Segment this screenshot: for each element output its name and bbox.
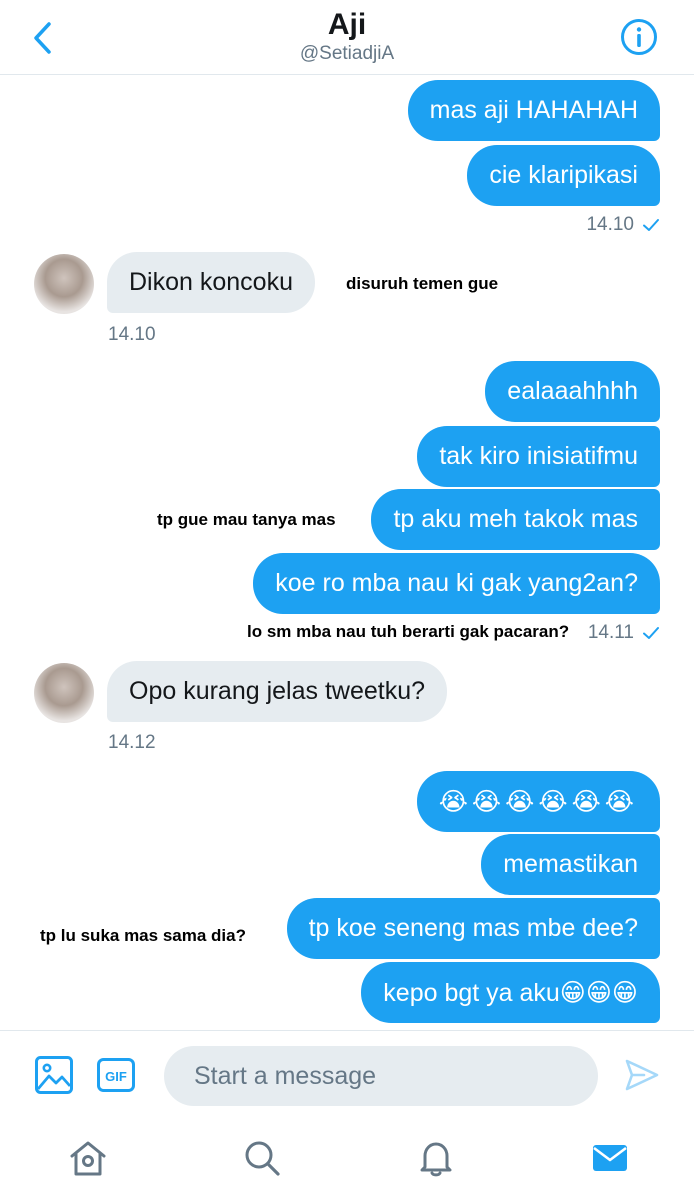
- info-button[interactable]: [620, 18, 658, 56]
- translation-annotation: tp gue mau tanya mas: [157, 510, 336, 529]
- conversation-header: Aji @SetiadjiA: [0, 0, 694, 75]
- checkmark-icon: [643, 219, 659, 231]
- outgoing-message[interactable]: mas aji HAHAHAH: [407, 80, 660, 141]
- outgoing-message[interactable]: memastikan: [481, 834, 660, 895]
- tab-messages[interactable]: [588, 1136, 632, 1180]
- outgoing-message[interactable]: ealaaahhhh: [485, 361, 660, 422]
- translation-annotation: lo sm mba nau tuh berarti gak pacaran?: [247, 622, 570, 641]
- message-timestamp: 14.10: [108, 324, 156, 346]
- tab-notifications[interactable]: [414, 1136, 458, 1180]
- search-icon: [245, 1141, 280, 1176]
- outgoing-message[interactable]: kepo bgt ya aku😁😁😁: [361, 962, 660, 1023]
- add-image-button[interactable]: [34, 1055, 74, 1100]
- message-input[interactable]: [164, 1046, 598, 1106]
- message-composer: GIF: [0, 1030, 694, 1123]
- timestamp-text: 14.11: [587, 622, 634, 643]
- avatar[interactable]: [34, 663, 94, 723]
- timestamp-text: 14.12: [108, 732, 156, 753]
- message-timestamp: 14.12: [108, 732, 156, 754]
- incoming-message[interactable]: Opo kurang jelas tweetku?: [107, 661, 448, 722]
- conversation-handle: @SetiadjiA: [299, 43, 395, 64]
- outgoing-message[interactable]: tak kiro inisiatifmu: [417, 426, 660, 487]
- bell-icon: [420, 1142, 452, 1177]
- tab-search[interactable]: [240, 1136, 284, 1180]
- outgoing-message[interactable]: 😭😭😭😭😭😭: [416, 771, 660, 832]
- avatar[interactable]: [34, 254, 94, 314]
- gif-label: GIF: [105, 1069, 127, 1084]
- translation-annotation: tp lu suka mas sama dia?: [40, 926, 246, 945]
- outgoing-message[interactable]: tp koe seneng mas mbe dee?: [286, 898, 660, 959]
- bottom-tab-bar: [0, 1122, 694, 1200]
- image-icon: [35, 1056, 73, 1094]
- outgoing-message[interactable]: cie klaripikasi: [467, 145, 660, 206]
- checkmark-icon: [643, 627, 659, 639]
- outgoing-message[interactable]: tp aku meh takok mas: [371, 489, 660, 550]
- send-icon: [625, 1059, 659, 1091]
- tab-home[interactable]: [66, 1136, 110, 1180]
- message-thread[interactable]: mas aji HAHAHAH cie klaripikasi 14.10 Di…: [0, 74, 694, 1030]
- outgoing-message[interactable]: koe ro mba nau ki gak yang2an?: [253, 553, 660, 614]
- mail-icon: [593, 1145, 627, 1171]
- add-gif-button[interactable]: GIF: [96, 1055, 136, 1100]
- timestamp-text: 14.10: [586, 214, 634, 235]
- translation-annotation: disuruh temen gue: [346, 274, 499, 293]
- home-icon: [70, 1141, 106, 1176]
- info-icon: [621, 19, 657, 55]
- gif-icon: GIF: [97, 1058, 135, 1092]
- message-timestamp: 14.11: [588, 622, 660, 644]
- send-button[interactable]: [624, 1057, 660, 1098]
- conversation-title-block: Aji @SetiadjiA: [0, 8, 694, 66]
- conversation-title: Aji: [327, 8, 367, 41]
- incoming-message[interactable]: Dikon koncoku: [107, 252, 315, 313]
- timestamp-text: 14.10: [108, 324, 156, 345]
- message-timestamp: 14.10: [586, 214, 660, 236]
